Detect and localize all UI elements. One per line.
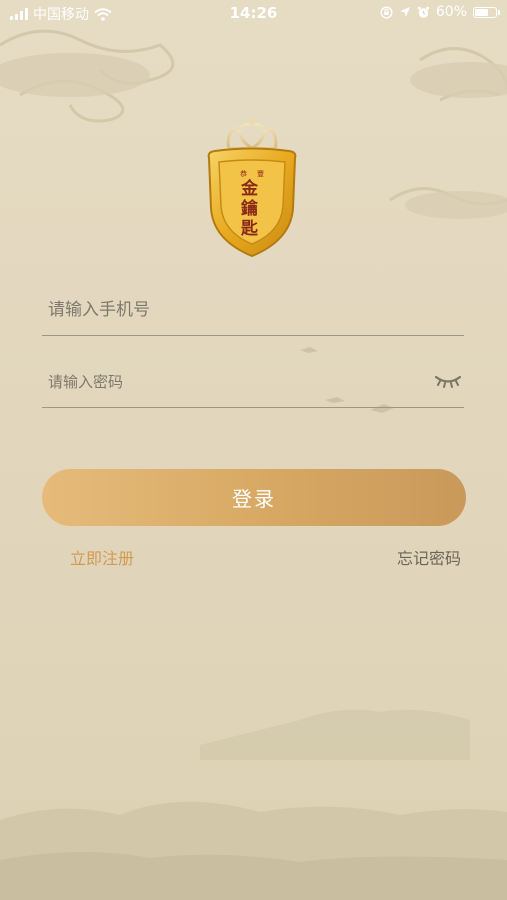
phone-field bbox=[42, 288, 464, 336]
svg-text:鑰: 鑰 bbox=[241, 198, 258, 219]
svg-text:匙: 匙 bbox=[240, 219, 259, 239]
battery-icon bbox=[473, 6, 500, 18]
status-bar: 中国移动 14:26 60% bbox=[0, 0, 507, 28]
forgot-password-link[interactable]: 忘记密码 bbox=[397, 545, 461, 569]
alarm-clock-icon bbox=[417, 6, 430, 18]
svg-text:金: 金 bbox=[240, 178, 259, 199]
svg-text:豐: 豐 bbox=[257, 169, 264, 178]
screen-lock-icon bbox=[380, 5, 393, 19]
register-link[interactable]: 立即注册 bbox=[70, 545, 134, 569]
password-input[interactable] bbox=[42, 360, 408, 404]
svg-text:恭: 恭 bbox=[240, 170, 247, 178]
battery-percent: 60% bbox=[435, 4, 467, 20]
phone-input[interactable] bbox=[42, 288, 408, 332]
password-field bbox=[42, 360, 464, 408]
login-button[interactable]: 登录 bbox=[42, 469, 466, 526]
golden-key-crest-logo: 恭 豐 金 鑰 匙 bbox=[207, 119, 297, 258]
location-arrow-icon bbox=[399, 7, 410, 17]
eye-closed-icon[interactable] bbox=[434, 372, 462, 390]
status-right: 60% bbox=[380, 4, 500, 20]
